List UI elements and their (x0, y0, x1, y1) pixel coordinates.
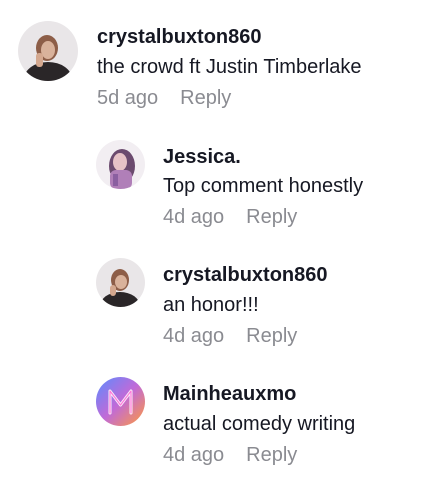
reply-button[interactable]: Reply (246, 206, 297, 228)
reply-button[interactable]: Reply (246, 444, 297, 466)
comment-timestamp: 5d ago (97, 87, 159, 109)
avatar[interactable] (18, 21, 78, 81)
reply-timestamp: 4d ago (163, 444, 225, 466)
avatar-photo (96, 140, 145, 189)
reply-meta: 4d ago Reply (163, 443, 297, 467)
avatar[interactable] (96, 258, 145, 307)
avatar[interactable] (96, 140, 145, 189)
avatar-photo (96, 258, 145, 307)
avatar-photo (96, 377, 145, 426)
comment-text: the crowd ft Justin Timberlake (97, 56, 362, 78)
avatar[interactable] (96, 377, 145, 426)
comment-username[interactable]: crystalbuxton860 (97, 25, 262, 49)
reply-text: an honor!!! (163, 294, 259, 316)
avatar-photo (18, 21, 78, 81)
reply-meta: 4d ago Reply (163, 205, 297, 229)
reply-username[interactable]: Mainheauxmo (163, 382, 296, 406)
reply-button[interactable]: Reply (180, 87, 231, 109)
reply-button[interactable]: Reply (246, 325, 297, 347)
reply-text: actual comedy writing (163, 413, 356, 435)
reply-text: Top comment honestly (163, 175, 364, 197)
reply-timestamp: 4d ago (163, 206, 225, 228)
reply-username[interactable]: Jessica. (163, 145, 241, 169)
reply-username[interactable]: crystalbuxton860 (163, 263, 328, 287)
reply-meta: 4d ago Reply (163, 324, 297, 348)
reply-timestamp: 4d ago (163, 325, 225, 347)
comment-meta: 5d ago Reply (97, 86, 231, 110)
